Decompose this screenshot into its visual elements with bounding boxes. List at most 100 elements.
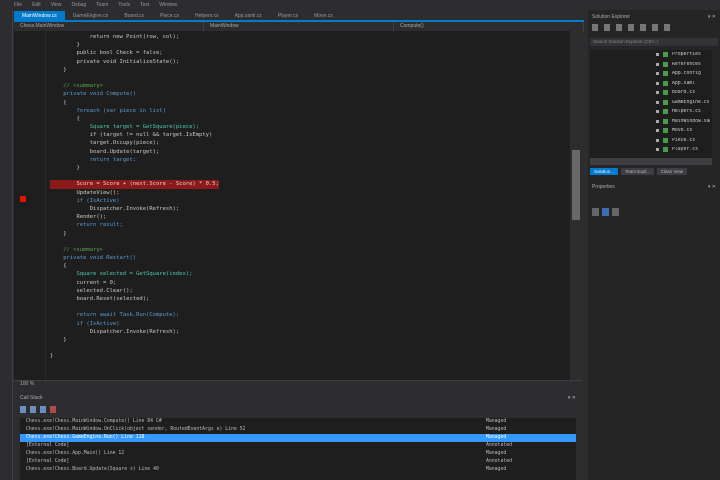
code-line: {: [50, 99, 67, 106]
menu-item[interactable]: View: [51, 2, 62, 8]
frame-name: Chess.exe!Chess.App.Main() Line 12: [26, 451, 125, 456]
panel-pin-close[interactable]: ▾ ✕: [708, 184, 716, 190]
solution-tree-item[interactable]: Player.cs: [590, 145, 712, 155]
code-line: if (target != null && target.IsEmpty): [50, 132, 213, 139]
code-line: Score = Score + (next.Score - Score) * 0…: [50, 180, 219, 189]
code-line: Render();: [50, 214, 107, 221]
call-stack-row[interactable]: [External Code] Annotated: [20, 458, 576, 466]
code-line: target.Occupy(piece);: [50, 140, 160, 147]
menu-item[interactable]: Team: [96, 2, 108, 8]
frame-name: [External Code]: [26, 443, 70, 448]
menu-item[interactable]: Edit: [32, 2, 41, 8]
panel-tab[interactable]: Class View: [656, 168, 687, 175]
call-stack-row[interactable]: Chess.exe!Chess.GameEngine.Run() Line 11…: [20, 434, 576, 442]
property-pages-icon[interactable]: [612, 208, 619, 216]
call-stack-row[interactable]: Chess.exe!Chess.App.Main() Line 12 Manage…: [20, 450, 576, 458]
expand-icon[interactable]: [656, 129, 659, 133]
menu-item[interactable]: Test: [140, 2, 149, 8]
editor-gutter[interactable]: [14, 31, 46, 380]
solution-tree-item[interactable]: Helpers.cs: [590, 107, 712, 117]
panel-tab[interactable]: Solution...: [590, 168, 619, 175]
navigation-bar: Chess.MainWindow MainWindow Compute(): [14, 22, 584, 31]
file-icon: [663, 118, 668, 124]
properties-icon[interactable]: [664, 24, 670, 31]
expand-icon[interactable]: [656, 148, 659, 152]
menu-item[interactable]: Window: [159, 2, 177, 8]
categorized-icon[interactable]: [592, 208, 599, 216]
solution-tree-item[interactable]: App.xaml: [590, 79, 712, 89]
menu-item[interactable]: File: [14, 2, 22, 8]
refresh-icon[interactable]: [640, 24, 646, 31]
solution-tree-item[interactable]: Board.cs: [590, 88, 712, 98]
panel-pin-close[interactable]: ▾ ✕: [708, 14, 716, 20]
menu-item[interactable]: Debug: [71, 2, 86, 8]
forward-icon[interactable]: [604, 24, 610, 31]
alphabetical-icon[interactable]: [602, 208, 609, 216]
code-editor[interactable]: return new Point(row, col); } public boo…: [14, 31, 570, 380]
call-stack-row[interactable]: [External Code] Annotated: [20, 442, 576, 450]
solution-tree-item[interactable]: GameEngine.cs: [590, 98, 712, 108]
file-icon: [663, 128, 668, 134]
call-stack-row[interactable]: Chess.exe!Chess.MainWindow.OnClick(objec…: [20, 426, 576, 434]
solution-tabs: Solution... Team Expl... Class View: [590, 168, 687, 175]
expand-icon[interactable]: [656, 119, 659, 123]
nav-member-dropdown[interactable]: Compute(): [394, 22, 584, 31]
code-line: public bool Check = false;: [50, 50, 163, 57]
properties-toolbar: [592, 208, 619, 216]
nav-class-dropdown[interactable]: MainWindow: [204, 22, 394, 31]
item-label: Player.cs: [672, 147, 698, 153]
call-stack-row[interactable]: Chess.exe!Chess.MainWindow.Compute() Lin…: [20, 418, 576, 426]
expand-icon[interactable]: [656, 138, 659, 142]
expand-icon[interactable]: [656, 72, 659, 76]
item-label: App.config: [672, 71, 701, 77]
collapse-icon[interactable]: [652, 24, 658, 31]
toolbar-icon[interactable]: [30, 406, 36, 413]
menu-item[interactable]: Tools: [118, 2, 130, 8]
expand-icon[interactable]: [656, 62, 659, 66]
code-line: }: [50, 165, 80, 171]
sync-icon[interactable]: [628, 24, 634, 31]
solution-tree-item[interactable]: Properties: [590, 50, 712, 60]
expand-icon[interactable]: [656, 100, 659, 104]
solution-tree-item[interactable]: References: [590, 60, 712, 70]
code-line: board.Reset(selected);: [50, 296, 150, 302]
expand-icon[interactable]: [656, 81, 659, 85]
frame-name: Chess.exe!Chess.MainWindow.Compute() Lin…: [26, 419, 162, 424]
expand-icon[interactable]: [656, 110, 659, 114]
home-icon[interactable]: [616, 24, 622, 31]
expand-icon[interactable]: [656, 53, 659, 57]
file-icon: [663, 71, 668, 77]
toolbar-icon[interactable]: [40, 406, 46, 413]
call-stack-list: Chess.exe!Chess.MainWindow.Compute() Lin…: [20, 418, 576, 480]
code-line: return result;: [50, 222, 123, 229]
file-icon: [663, 147, 668, 153]
file-icon: [663, 61, 668, 67]
panel-pin-close[interactable]: ▾ ✕: [568, 395, 576, 401]
solution-tree-item[interactable]: MainWindow.xaml: [590, 117, 712, 127]
frame-language: Annotated: [486, 443, 512, 448]
code-line: {: [50, 115, 80, 122]
file-icon: [663, 52, 668, 58]
editor-scrollbar-thumb[interactable]: [572, 150, 580, 220]
item-label: Move.cs: [672, 128, 693, 134]
solution-tree-item[interactable]: App.config: [590, 69, 712, 79]
nav-project-dropdown[interactable]: Chess.MainWindow: [14, 22, 204, 31]
solution-tree-item[interactable]: Piece.cs: [590, 136, 712, 146]
call-stack-row[interactable]: Chess.exe!Chess.Board.Update(Square s) L…: [20, 466, 576, 474]
solution-hscrollbar[interactable]: [590, 158, 712, 165]
panel-tab[interactable]: Team Expl...: [621, 168, 654, 175]
toolbar-icon[interactable]: [20, 406, 26, 413]
solution-tree-item[interactable]: Move.cs: [590, 126, 712, 136]
code-line: }: [50, 230, 67, 237]
delete-icon[interactable]: [50, 406, 56, 413]
code-line: }: [50, 353, 54, 360]
zoom-level[interactable]: 100 %: [14, 380, 582, 388]
code-line: if (IsActive): [50, 320, 120, 327]
expand-icon[interactable]: [656, 91, 659, 95]
solution-toolbar: [592, 24, 670, 31]
breakpoint-icon[interactable]: [20, 196, 26, 202]
solution-search-input[interactable]: Search Solution Explorer (Ctrl+;): [590, 38, 718, 46]
back-icon[interactable]: [592, 24, 598, 31]
code-line: {: [50, 263, 67, 270]
